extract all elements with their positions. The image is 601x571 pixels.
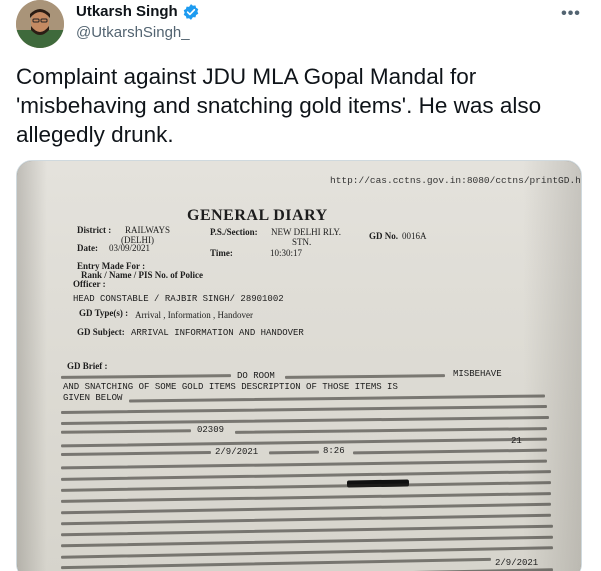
gd-no-value: 0016A <box>402 231 427 241</box>
brief-line <box>61 557 491 570</box>
brief-line <box>284 374 446 379</box>
brief-line <box>61 481 551 492</box>
brief-line <box>61 502 551 515</box>
date-label: Date: <box>77 243 98 253</box>
brief-line <box>61 492 551 503</box>
ps-value: NEW DELHI RLY. <box>271 227 342 237</box>
brief-en-3: AND SNATCHING OF SOME GOLD ITEMS DESCRIP… <box>63 382 398 392</box>
gd-brief-label: GD Brief : <box>67 361 108 371</box>
general-diary-document: http://cas.cctns.gov.in:8080/cctns/print… <box>17 161 582 571</box>
gd-type-value: Arrival , Information , Handover <box>135 310 253 320</box>
time-value: 10:30:17 <box>270 248 303 258</box>
brief-num-5: 2/9/2021 <box>495 558 539 568</box>
tweet-card: Utkarsh Singh @UtkarshSingh_ ••• Complai… <box>0 0 601 571</box>
brief-en-4: GIVEN BELOW <box>63 393 123 403</box>
author-handle[interactable]: @UtkarshSingh_ <box>76 23 200 43</box>
district-label: District : <box>77 225 112 235</box>
author-display-name[interactable]: Utkarsh Singh <box>76 2 178 22</box>
ps-sub: STN. <box>292 237 312 247</box>
brief-line <box>61 513 551 526</box>
document-title: GENERAL DIARY <box>187 207 328 224</box>
more-options-button[interactable]: ••• <box>559 2 583 26</box>
brief-en-2: MISBEHAVE <box>453 369 502 379</box>
brief-line <box>61 459 547 470</box>
brief-line <box>234 427 548 434</box>
brief-en-1: DO ROOM <box>237 371 275 381</box>
verified-badge-icon <box>183 4 198 20</box>
gd-subject-label: GD Subject: <box>77 327 125 337</box>
brief-num-2: 2/9/2021 <box>215 447 259 457</box>
user-avatar-photo-icon <box>16 0 64 48</box>
brief-line <box>61 546 553 559</box>
tweet-text-line: 'misbehaving and snatching gold items'. … <box>16 93 542 118</box>
ps-label: P.S./Section: <box>210 227 258 237</box>
document-url: http://cas.cctns.gov.in:8080/cctns/print… <box>330 175 582 186</box>
brief-line <box>61 470 551 481</box>
avatar[interactable] <box>16 0 64 48</box>
brief-line <box>60 405 548 414</box>
brief-num-3: 8:26 <box>323 446 345 456</box>
gd-no-label: GD No. <box>369 231 398 241</box>
brief-num-4: 21 <box>511 436 522 446</box>
brief-line <box>268 450 320 455</box>
brief-line <box>128 394 546 403</box>
brief-line <box>61 437 547 448</box>
brief-line <box>352 448 548 455</box>
district-value: RAILWAYS <box>125 225 171 235</box>
officer-value: HEAD CONSTABLE / RAJBIR SINGH/ 28901002 <box>73 294 284 304</box>
tweet-text-line: Complaint against JDU MLA Gopal Mandal f… <box>16 64 477 89</box>
brief-line <box>61 535 553 548</box>
brief-line <box>61 524 553 537</box>
date-value: 03/09/2021 <box>109 243 151 253</box>
more-horizontal-icon: ••• <box>561 5 581 22</box>
brief-line <box>60 416 550 425</box>
brief-num-1: 02309 <box>197 425 225 435</box>
gd-type-label: GD Type(s) : <box>79 308 129 318</box>
brief-line <box>60 429 192 434</box>
officer-label: Officer : <box>73 279 106 289</box>
tweet-text-line: allegedly drunk. <box>16 122 174 147</box>
gd-subject-value: ARRIVAL INFORMATION AND HANDOVER <box>131 328 304 338</box>
brief-line <box>60 450 212 457</box>
time-label: Time: <box>210 248 233 258</box>
tweet-text: Complaint against JDU MLA Gopal Mandal f… <box>16 62 576 149</box>
author-block: Utkarsh Singh @UtkarshSingh_ <box>76 2 200 43</box>
brief-line <box>60 374 232 379</box>
tweet-media-photo[interactable]: http://cas.cctns.gov.in:8080/cctns/print… <box>16 160 582 571</box>
